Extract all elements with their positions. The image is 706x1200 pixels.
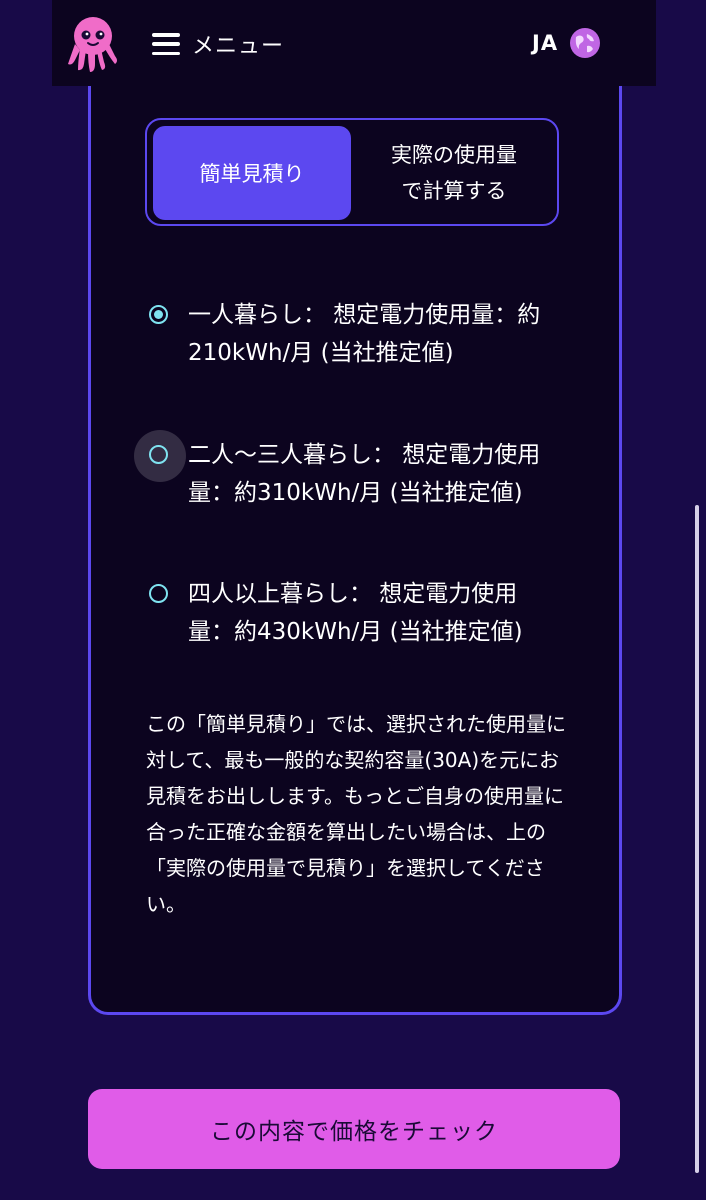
tab-actual-usage-line2: で計算する [401,179,507,203]
tab-simple-estimate[interactable]: 簡単見積り [153,126,351,220]
option-label: 二人〜三人暮らし： 想定電力使用量：約310kWh/月 (当社推定値) [188,442,541,506]
tab-simple-estimate-label: 簡単見積り [199,162,305,186]
option-single-household[interactable]: 一人暮らし： 想定電力使用量：約210kWh/月 (当社推定値) [148,302,558,372]
radio-button-selected[interactable] [148,304,172,328]
menu-label: メニュー [192,34,285,59]
estimate-mode-toggle: 簡単見積り 実際の使用量 で計算する [145,118,559,226]
check-price-button-label: この内容で価格をチェック [210,1119,498,1145]
globe-icon [570,28,601,58]
option-label: 一人暮らし： 想定電力使用量：約210kWh/月 (当社推定値) [188,302,541,366]
check-price-button[interactable]: この内容で価格をチェック [88,1089,620,1169]
option-two-three-household[interactable]: 二人〜三人暮らし： 想定電力使用量：約310kWh/月 (当社推定値) [134,430,558,512]
tab-actual-usage[interactable]: 実際の使用量 で計算する [359,126,549,220]
radio-button[interactable] [134,430,186,482]
language-label: JA [532,31,559,55]
scrollbar[interactable] [695,505,699,1173]
tab-actual-usage-line1: 実際の使用量 [391,143,517,167]
option-label: 四人以上暮らし： 想定電力使用量：約430kWh/月 (当社推定値) [188,581,523,645]
top-navigation-bar: メニュー JA [52,0,656,86]
estimate-note: この「簡単見積り」では、選択された使用量に対して、最も一般的な契約容量(30A)… [146,712,566,916]
menu-button[interactable]: メニュー [152,27,284,61]
hamburger-icon [152,33,180,55]
option-four-plus-household[interactable]: 四人以上暮らし： 想定電力使用量：約430kWh/月 (当社推定値) [148,581,558,651]
language-selector[interactable]: JA [532,28,601,58]
radio-button[interactable] [148,583,172,607]
octopus-logo-icon[interactable] [66,14,120,74]
